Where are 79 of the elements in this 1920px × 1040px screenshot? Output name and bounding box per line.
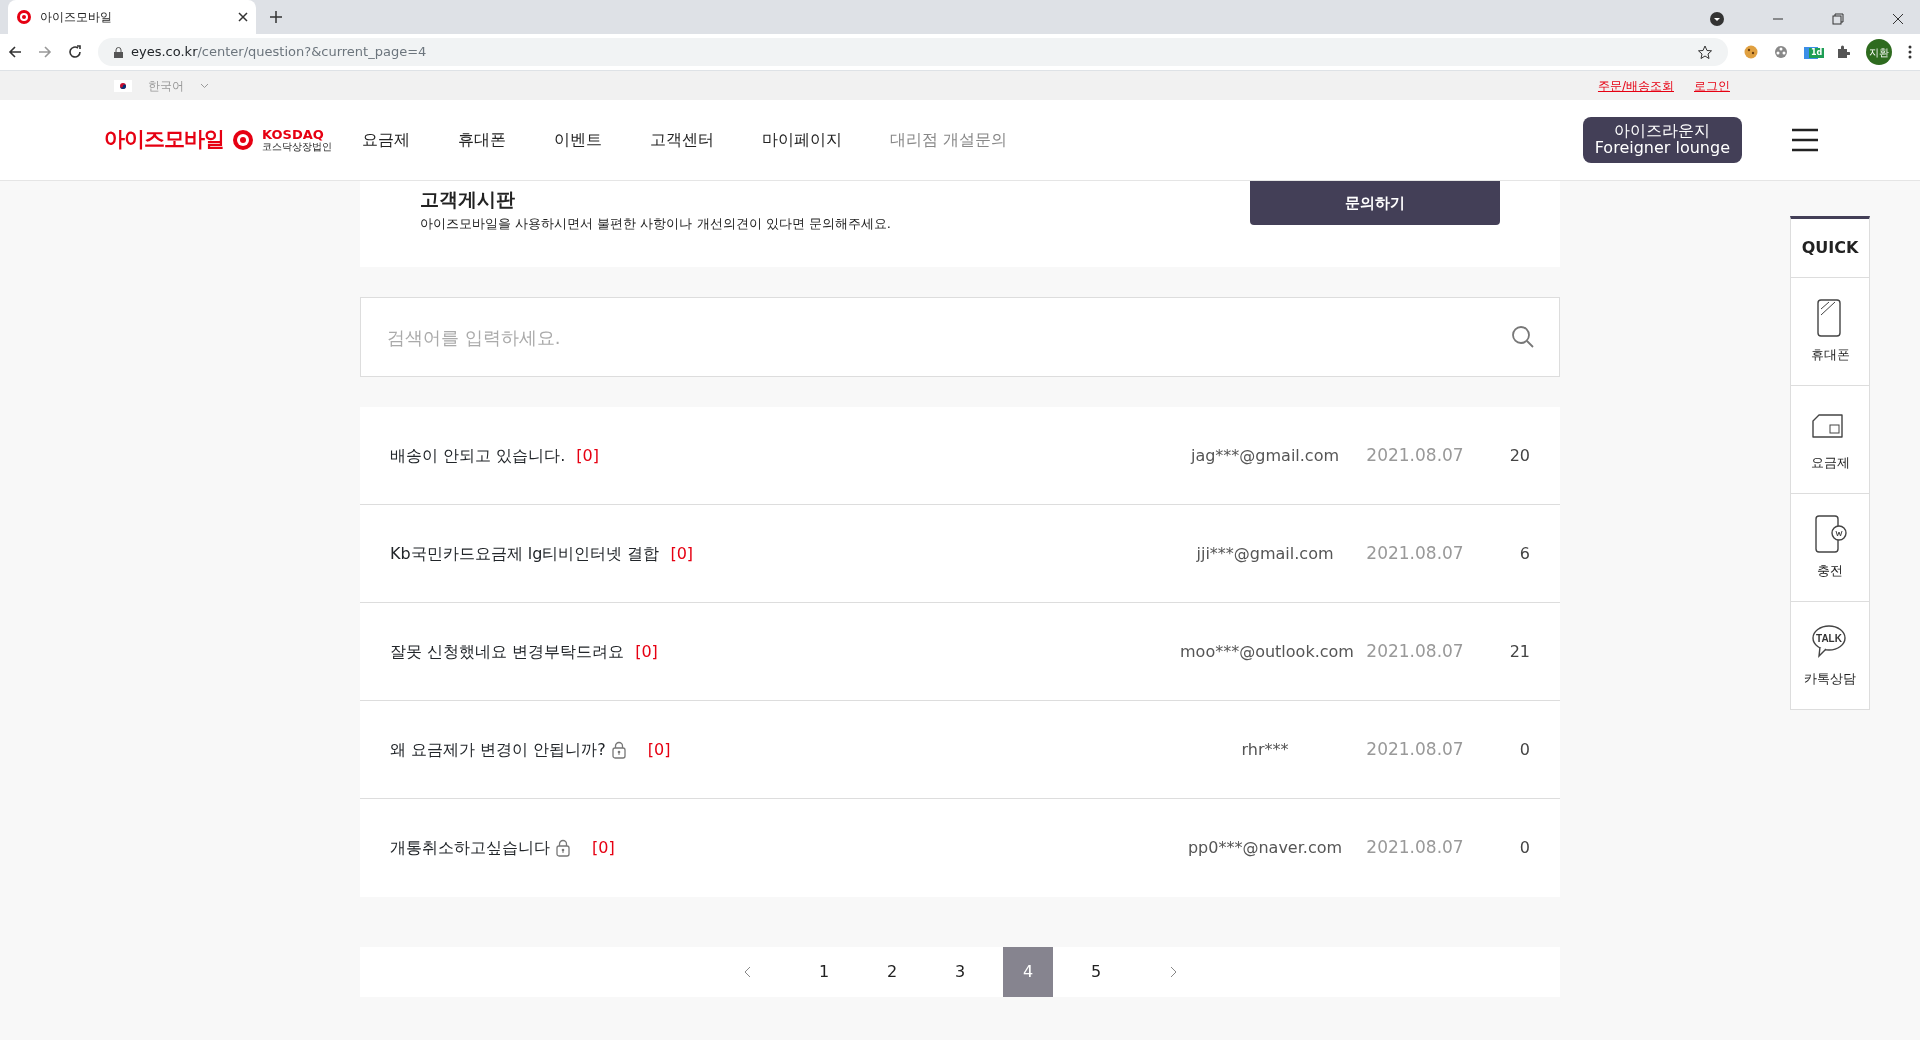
post-date: 2021.08.07 bbox=[1365, 737, 1465, 761]
post-title[interactable]: 개통취소하고싶습니다 bbox=[390, 836, 550, 860]
nav-link[interactable]: 이벤트 bbox=[554, 128, 602, 152]
search-field[interactable]: 검색어를 입력하세요. bbox=[385, 322, 1511, 352]
comment-count: [0] bbox=[670, 542, 694, 565]
comment-count: [0] bbox=[647, 738, 671, 761]
reload-icon[interactable] bbox=[68, 45, 82, 59]
top-link[interactable]: 로그인 bbox=[1694, 76, 1730, 95]
post-title[interactable]: 배송이 안되고 있습니다. bbox=[390, 443, 566, 468]
post-date: 2021.08.07 bbox=[1365, 639, 1465, 663]
phone-coin-icon bbox=[1812, 514, 1848, 553]
lock-icon bbox=[114, 46, 123, 58]
view-count: 0 bbox=[1518, 837, 1530, 859]
film-reel-icon[interactable] bbox=[1774, 45, 1788, 59]
lounge-button[interactable]: 아이즈라운지 Foreigner lounge bbox=[1582, 117, 1742, 163]
site-logo[interactable]: 아이즈모바일 bbox=[104, 124, 224, 156]
tab-search-icon[interactable] bbox=[1710, 12, 1724, 26]
quick-menu-item[interactable]: TALK 카톡상담 bbox=[1791, 601, 1869, 709]
post-title[interactable]: 잘못 신청했네요 변경부탁드려요 bbox=[390, 639, 625, 664]
comment-count: [0] bbox=[576, 444, 599, 467]
post-title[interactable]: Kb국민카드요금제 lg티비인터넷 결합 bbox=[390, 541, 660, 566]
logo-icon bbox=[232, 129, 254, 151]
cookie-icon[interactable] bbox=[1744, 45, 1758, 59]
chevron-right-icon bbox=[1169, 966, 1177, 978]
url-text: eyes.co.kr/center/question?&current_page=4 bbox=[131, 43, 427, 62]
flag-icon bbox=[114, 79, 132, 92]
kosdaq-label: KOSDAQ bbox=[262, 127, 325, 141]
post-date: 2021.08.07 bbox=[1365, 836, 1465, 860]
view-count: 20 bbox=[1508, 444, 1530, 467]
post-author: jji***@gmail.com bbox=[1195, 542, 1335, 565]
view-count: 0 bbox=[1518, 738, 1530, 761]
page-button[interactable]: 2 bbox=[867, 947, 917, 997]
restore-icon[interactable] bbox=[1832, 13, 1844, 25]
post-author: rhr*** bbox=[1240, 738, 1290, 761]
new-tab-icon[interactable] bbox=[270, 11, 282, 23]
quick-menu-item[interactable]: 휴대폰 bbox=[1791, 277, 1869, 385]
listing-label: 코스닥상장법인 bbox=[262, 140, 332, 153]
post-title[interactable]: 왜 요금제가 변경이 안됩니까? bbox=[390, 737, 606, 762]
quick-menu-item[interactable]: 충전 bbox=[1791, 493, 1869, 601]
nav-link[interactable]: 휴대폰 bbox=[458, 128, 506, 152]
forward-arrow-icon[interactable] bbox=[38, 45, 52, 59]
page-button[interactable]: 5 bbox=[1071, 947, 1121, 997]
browser-tab[interactable]: 아이즈모바일 bbox=[8, 0, 256, 34]
search-icon[interactable] bbox=[1511, 325, 1535, 349]
nav-link[interactable]: 대리점 개설문의 bbox=[890, 128, 1008, 152]
profile-avatar[interactable]: 지환 bbox=[1866, 39, 1892, 65]
post-author: pp0***@naver.com bbox=[1186, 837, 1344, 859]
address-bar[interactable]: eyes.co.kr/center/question?&current_page=4 bbox=[98, 38, 1728, 66]
logo-icon bbox=[16, 9, 32, 25]
close-icon[interactable] bbox=[238, 12, 248, 22]
comment-count: [0] bbox=[635, 640, 658, 663]
post-author: jag***@gmail.com bbox=[1189, 444, 1341, 467]
menu-icon[interactable] bbox=[1792, 128, 1818, 152]
page-button[interactable]: 3 bbox=[935, 947, 985, 997]
top-link[interactable]: 주문/배송조회 bbox=[1597, 76, 1674, 95]
puzzle-icon[interactable] bbox=[1836, 45, 1850, 59]
chevron-down-icon bbox=[200, 82, 209, 89]
board-description: 아이즈모바일을 사용하시면서 불편한 사항이나 개선의견이 있다면 문의해주세요. bbox=[420, 214, 891, 233]
search-bar[interactable]: 검색어를 입력하세요. bbox=[360, 297, 1560, 377]
page-button[interactable]: 4 bbox=[1003, 947, 1053, 997]
view-count: 6 bbox=[1518, 542, 1530, 565]
back-arrow-icon[interactable] bbox=[8, 45, 22, 59]
quick-title: QUICK bbox=[1801, 237, 1859, 259]
board-title: 고객게시판 bbox=[420, 187, 516, 212]
page-button[interactable]: 1 bbox=[799, 947, 849, 997]
nav-link[interactable]: 요금제 bbox=[362, 128, 410, 152]
post-date: 2021.08.07 bbox=[1365, 443, 1465, 467]
nav-link[interactable]: 고객센터 bbox=[650, 128, 714, 152]
extension-badge: 1d bbox=[1809, 47, 1825, 58]
star-icon[interactable] bbox=[1698, 45, 1712, 59]
chevron-left-icon bbox=[743, 966, 751, 978]
more-menu-icon[interactable] bbox=[1908, 45, 1912, 59]
nav-link[interactable]: 마이페이지 bbox=[762, 128, 842, 152]
view-count: 21 bbox=[1508, 640, 1530, 663]
inquiry-button[interactable]: 문의하기 bbox=[1250, 181, 1500, 225]
close-icon[interactable] bbox=[1892, 13, 1904, 25]
post-date: 2021.08.07 bbox=[1365, 541, 1465, 565]
comment-count: [0] bbox=[592, 837, 615, 859]
quick-menu-item[interactable]: 요금제 bbox=[1791, 385, 1869, 493]
